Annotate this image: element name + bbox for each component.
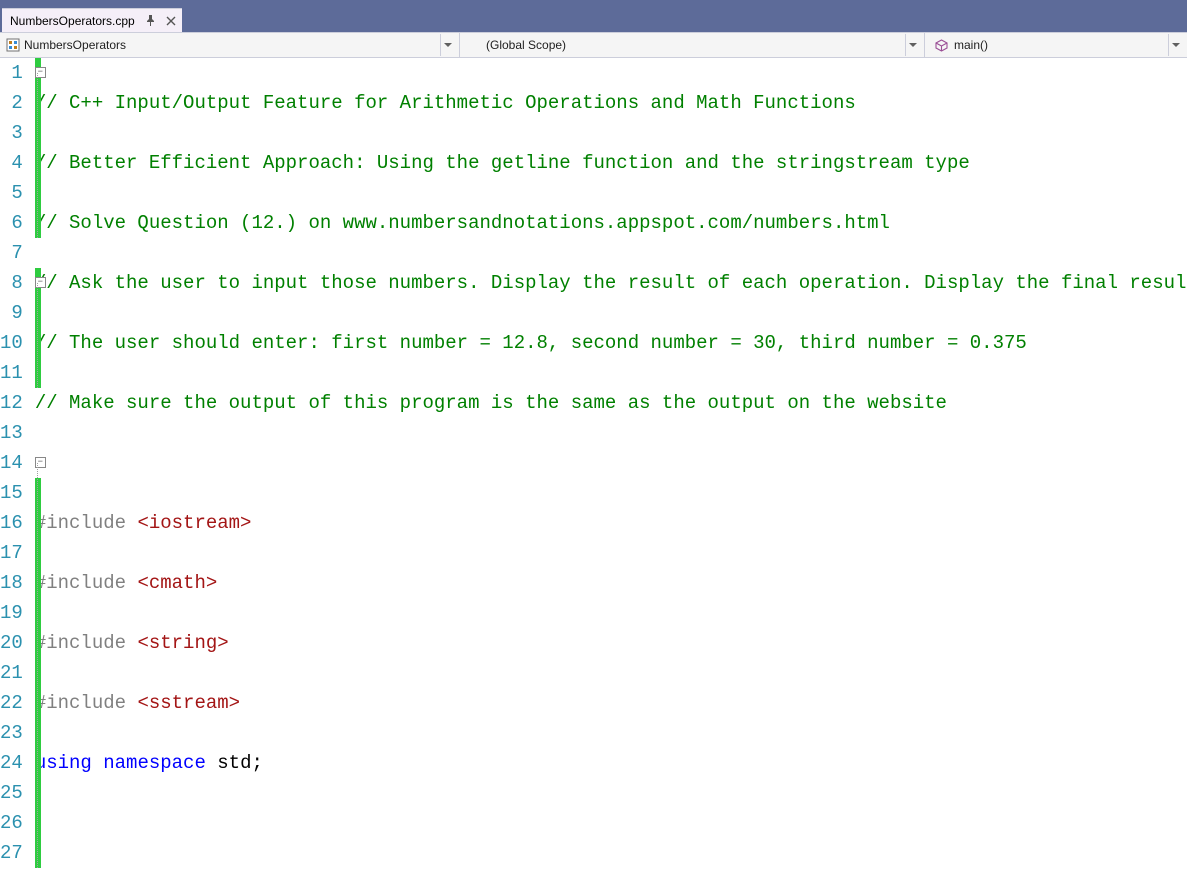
code-line: // Make sure the output of this program … <box>35 388 1187 418</box>
line-number: 7 <box>0 238 23 268</box>
document-tab-strip: NumbersOperators.cpp <box>0 8 1187 32</box>
code-line: #include <cmath> <box>35 568 1187 598</box>
line-number: 23 <box>0 718 23 748</box>
outline-guide <box>37 73 38 238</box>
line-number: 8 <box>0 268 23 298</box>
line-number: 15 <box>0 478 23 508</box>
code-line: // The user should enter: first number =… <box>35 328 1187 358</box>
code-content[interactable]: // C++ Input/Output Feature for Arithmet… <box>35 58 1187 869</box>
line-number-gutter: 1 2 3 4 5 6 7 8 9 10 11 12 13 14 15 16 1… <box>0 58 35 869</box>
nav-function-dropdown[interactable]: main() <box>925 33 1187 57</box>
tab-numbersoperators-cpp[interactable]: NumbersOperators.cpp <box>2 8 182 32</box>
line-number: 26 <box>0 808 23 838</box>
method-icon <box>935 39 948 52</box>
chevron-down-icon[interactable] <box>1168 34 1183 56</box>
nav-project-label: NumbersOperators <box>24 38 126 52</box>
outline-guide <box>37 283 38 388</box>
line-number: 5 <box>0 178 23 208</box>
line-number: 21 <box>0 658 23 688</box>
line-number: 25 <box>0 778 23 808</box>
close-icon[interactable] <box>166 16 176 26</box>
code-line <box>35 448 1187 478</box>
code-line: // Ask the user to input those numbers. … <box>35 268 1187 298</box>
code-line: #include <string> <box>35 628 1187 658</box>
code-line: // Better Efficient Approach: Using the … <box>35 148 1187 178</box>
code-line: #include <sstream> <box>35 688 1187 718</box>
line-number: 20 <box>0 628 23 658</box>
change-marker <box>35 58 41 238</box>
line-number: 17 <box>0 538 23 568</box>
code-line: // Solve Question (12.) on www.numbersan… <box>35 208 1187 238</box>
line-number: 27 <box>0 838 23 868</box>
code-line <box>35 808 1187 838</box>
code-editor[interactable]: 1 2 3 4 5 6 7 8 9 10 11 12 13 14 15 16 1… <box>0 58 1187 869</box>
line-number: 10 <box>0 328 23 358</box>
line-number: 13 <box>0 418 23 448</box>
code-line: #include <iostream> <box>35 508 1187 538</box>
line-number: 22 <box>0 688 23 718</box>
project-icon <box>6 38 20 52</box>
line-number: 16 <box>0 508 23 538</box>
change-marker <box>35 478 41 868</box>
nav-function-label: main() <box>954 38 988 52</box>
nav-scope-label: (Global Scope) <box>486 38 566 52</box>
line-number: 12 <box>0 388 23 418</box>
line-number: 6 <box>0 208 23 238</box>
navigation-bar: NumbersOperators (Global Scope) main() <box>0 32 1187 58</box>
line-number: 14 <box>0 448 23 478</box>
line-number: 3 <box>0 118 23 148</box>
titlebar-spacer <box>0 0 1187 8</box>
line-number: 19 <box>0 598 23 628</box>
line-number: 4 <box>0 148 23 178</box>
line-number: 9 <box>0 298 23 328</box>
line-number: 2 <box>0 88 23 118</box>
tab-filename: NumbersOperators.cpp <box>10 14 135 28</box>
chevron-down-icon[interactable] <box>440 34 455 56</box>
code-line: // C++ Input/Output Feature for Arithmet… <box>35 88 1187 118</box>
pin-icon[interactable] <box>145 15 156 26</box>
line-number: 11 <box>0 358 23 388</box>
code-line: using namespace std; <box>35 748 1187 778</box>
line-number: 24 <box>0 748 23 778</box>
line-number: 18 <box>0 568 23 598</box>
nav-project-dropdown[interactable]: NumbersOperators <box>0 33 459 57</box>
outline-guide <box>37 463 38 868</box>
chevron-down-icon[interactable] <box>905 34 920 56</box>
nav-scope-dropdown[interactable]: (Global Scope) <box>460 33 924 57</box>
line-number: 1 <box>0 58 23 88</box>
